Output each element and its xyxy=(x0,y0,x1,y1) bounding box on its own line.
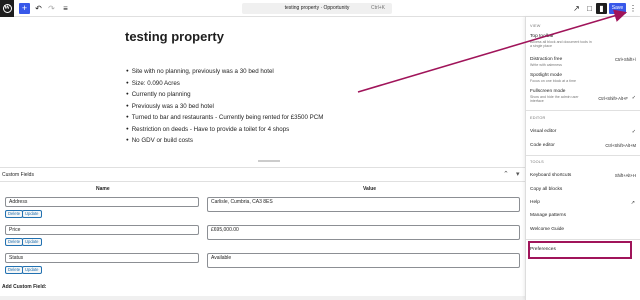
custom-field-value-textarea[interactable]: Carlisle, Cumbria, CA3 8ES xyxy=(207,197,520,212)
table-row: Price £695,000.00 Delete Update xyxy=(0,225,525,252)
menu-item-keyboard-shortcuts[interactable]: Keyboard shortcuts Shift+Alt+H xyxy=(530,173,639,178)
menu-item-label: Copy all blocks xyxy=(530,187,563,192)
menu-item-description: Access all block and document tools in a… xyxy=(530,40,592,49)
menu-item-label: Top toolbar xyxy=(530,34,554,39)
list-item[interactable]: Turned to bar and restaurants - Currentl… xyxy=(126,112,324,124)
menu-item-description: Show and hide the admin user interface xyxy=(530,95,579,104)
undo-icon[interactable]: ↶ xyxy=(33,3,44,14)
checkmark-icon: ✓ xyxy=(631,129,636,135)
menu-item-shortcut: Ctrl+Shift+Alt+F xyxy=(598,96,628,101)
table-row: Address Carlisle, Cumbria, CA3 8ES Delet… xyxy=(0,197,525,224)
menu-divider xyxy=(526,110,640,111)
list-item[interactable]: Previously was a 30 bed hotel xyxy=(126,101,323,113)
wordpress-logo-icon[interactable]: W xyxy=(0,0,14,17)
menu-divider xyxy=(526,155,640,156)
settings-sidebar-icon[interactable]: ▮ xyxy=(596,3,607,14)
menu-item-spotlight-mode[interactable]: Spotlight mode Focus on one block at a t… xyxy=(530,73,639,83)
checkmark-icon: ✓ xyxy=(631,95,636,101)
toggle-panel-icon[interactable]: ▾ xyxy=(516,170,520,178)
custom-field-name-input[interactable]: Status xyxy=(5,253,199,263)
save-button[interactable]: Save xyxy=(609,3,626,14)
add-block-button[interactable]: + xyxy=(19,3,30,14)
menu-item-shortcut: Ctrl+Shift+\ xyxy=(615,57,636,62)
add-custom-field-heading: Add Custom Field: xyxy=(2,284,47,290)
redo-icon[interactable]: ↷ xyxy=(46,3,57,14)
editor-header: W + ↶ ↷ ≡ testing property · Opportunity… xyxy=(0,0,640,17)
preview-icon[interactable]: □ xyxy=(584,3,595,14)
menu-item-top-toolbar[interactable]: Top toolbar Access all block and documen… xyxy=(530,34,639,49)
menu-item-label: Welcome Guide xyxy=(530,227,565,232)
menu-item-label: Help xyxy=(530,200,540,205)
menu-item-shortcut: Ctrl+Shift+Alt+M xyxy=(605,143,636,148)
table-row: Status Available Delete Update xyxy=(0,253,525,280)
group-label-view: VIEW xyxy=(530,24,541,28)
options-menu-icon[interactable]: ⋮ xyxy=(629,3,637,14)
meta-box-resize-handle[interactable] xyxy=(258,160,280,162)
custom-field-value-textarea[interactable]: £695,000.00 xyxy=(207,225,520,240)
document-overview-icon[interactable]: ≡ xyxy=(60,3,71,14)
custom-fields-metabox: Custom Fields ⌃ ▾ Name Value Address Car… xyxy=(0,167,525,300)
menu-item-label: Spotlight mode xyxy=(530,73,562,78)
post-title[interactable]: testing property xyxy=(125,29,224,44)
command-palette-button[interactable]: testing property · Opportunity Ctrl+K xyxy=(242,3,392,14)
menu-item-shortcut: Shift+Alt+H xyxy=(614,173,636,178)
custom-field-name-input[interactable]: Address xyxy=(5,197,199,207)
menu-item-help[interactable]: Help ↗ xyxy=(530,200,639,206)
update-button[interactable]: Update xyxy=(22,238,42,246)
menu-item-code-editor[interactable]: Code editor Ctrl+Shift+Alt+M xyxy=(530,143,639,148)
list-item[interactable]: Restriction on deeds - Have to provide a… xyxy=(126,124,323,136)
chevron-up-icon[interactable]: ⌃ xyxy=(503,170,509,178)
delete-button[interactable]: Delete xyxy=(5,266,24,274)
menu-item-description: Write with calmness xyxy=(530,63,562,67)
table-footer-strip xyxy=(0,296,525,300)
metabox-title: Custom Fields xyxy=(2,172,34,178)
custom-field-name-input[interactable]: Price xyxy=(5,225,199,235)
menu-item-manage-patterns[interactable]: Manage patterns xyxy=(530,213,639,218)
metabox-header: Custom Fields ⌃ ▾ xyxy=(0,168,525,182)
view-post-external-icon[interactable]: ↗ xyxy=(571,3,582,14)
menu-item-label: Visual editor xyxy=(530,129,557,134)
command-shortcut: Ctrl+K xyxy=(370,5,385,11)
custom-fields-table: Name Value Address Carlisle, Cumbria, CA… xyxy=(0,183,525,285)
column-header-value: Value xyxy=(363,186,377,192)
menu-item-label: Manage patterns xyxy=(530,213,567,218)
external-link-icon: ↗ xyxy=(630,200,635,206)
document-title: testing property · Opportunity xyxy=(284,5,350,11)
list-item[interactable]: Size: 0.090 Acres xyxy=(126,78,323,90)
menu-item-description: Focus on one block at a time xyxy=(530,79,576,83)
menu-item-welcome-guide[interactable]: Welcome Guide xyxy=(530,227,639,232)
post-content-list[interactable]: Site with no planning, previously was a … xyxy=(126,66,324,147)
menu-item-fullscreen-mode[interactable]: Fullscreen mode Show and hide the admin … xyxy=(530,89,639,104)
group-label-tools: TOOLS xyxy=(530,160,544,164)
list-item[interactable]: Site with no planning, previously was a … xyxy=(126,66,323,78)
menu-divider xyxy=(526,239,640,240)
menu-item-label: Fullscreen mode xyxy=(530,89,566,94)
list-item[interactable]: No GDV or build costs xyxy=(126,135,323,147)
group-label-editor: EDITOR xyxy=(530,116,546,120)
preferences-highlight-box xyxy=(528,241,632,259)
delete-button[interactable]: Delete xyxy=(5,238,24,246)
menu-item-distraction-free[interactable]: Distraction free Write with calmness Ctr… xyxy=(530,57,639,67)
menu-item-copy-all-blocks[interactable]: Copy all blocks xyxy=(530,187,639,192)
update-button[interactable]: Update xyxy=(22,210,42,218)
list-item[interactable]: Currently no planning xyxy=(126,89,323,101)
update-button[interactable]: Update xyxy=(22,266,42,274)
column-header-name: Name xyxy=(96,186,110,192)
delete-button[interactable]: Delete xyxy=(5,210,24,218)
menu-item-visual-editor[interactable]: Visual editor ✓ xyxy=(530,129,639,135)
custom-field-value-textarea[interactable]: Available xyxy=(207,253,520,268)
